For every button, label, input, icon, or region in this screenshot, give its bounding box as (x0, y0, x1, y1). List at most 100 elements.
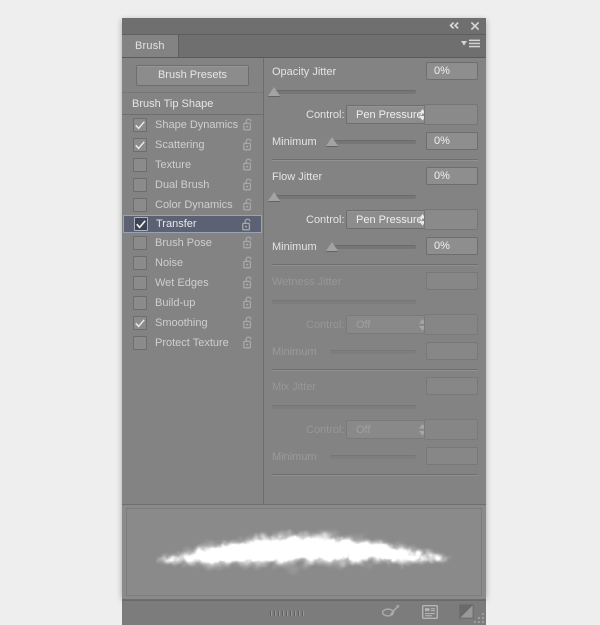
flow-minimum-row: Minimum 0% (272, 234, 478, 260)
lock-toggle-brush-pose[interactable] (243, 236, 254, 254)
sidebar-item-scattering[interactable]: Scattering (122, 135, 263, 155)
sidebar-item-transfer[interactable]: Transfer (123, 215, 262, 233)
sidebar-item-label: Smoothing (155, 317, 208, 329)
flow-jitter-thumb[interactable] (268, 192, 280, 201)
checkbox-color-dynamics[interactable] (133, 198, 147, 212)
close-panel-button[interactable] (469, 20, 480, 31)
mix-minimum-value (426, 447, 478, 465)
sidebar-item-label: Protect Texture (155, 337, 229, 349)
flow-jitter-slider[interactable] (272, 191, 478, 205)
collapse-panel-button[interactable] (449, 20, 460, 31)
brush-options-sidebar: Brush Presets Brush Tip Shape Shape Dyna… (122, 58, 264, 504)
divider-1 (272, 159, 478, 161)
opacity-jitter-value[interactable]: 0% (426, 62, 478, 80)
lock-toggle-shape-dynamics[interactable] (243, 118, 254, 136)
checkbox-shape-dynamics[interactable] (133, 118, 147, 132)
opacity-jitter-slider[interactable] (272, 86, 478, 100)
wetness-minimum-value (426, 342, 478, 360)
sidebar-item-label: Dual Brush (155, 179, 209, 191)
checkbox-protect-texture[interactable] (133, 336, 147, 350)
sidebar-item-smoothing[interactable]: Smoothing (122, 313, 263, 333)
sidebar-item-label: Wet Edges (155, 277, 209, 289)
lock-toggle-color-dynamics[interactable] (243, 198, 254, 216)
checkbox-noise[interactable] (133, 256, 147, 270)
flow-jitter-label: Flow Jitter (272, 171, 322, 183)
sidebar-item-brush-tip-shape[interactable]: Brush Tip Shape (122, 92, 263, 115)
flow-control-select[interactable]: Pen Pressure (346, 210, 434, 229)
sidebar-item-build-up[interactable]: Build-up (122, 293, 263, 313)
wetness-jitter-slider (272, 296, 478, 310)
checkbox-scattering[interactable] (133, 138, 147, 152)
wetness-jitter-track (272, 300, 416, 304)
mix-control-row: Control: Off (272, 415, 478, 444)
checkmark-icon (135, 141, 145, 150)
lock-toggle-smoothing[interactable] (243, 316, 254, 334)
divider-4 (272, 474, 478, 476)
checkbox-wet-edges[interactable] (133, 276, 147, 290)
sidebar-item-label: Transfer (156, 218, 197, 230)
opacity-minimum-row: Minimum 0% (272, 129, 478, 155)
lock-toggle-dual-brush[interactable] (243, 178, 254, 196)
brush-pressure-toggle-icon[interactable] (381, 604, 401, 619)
checkbox-brush-pose[interactable] (133, 236, 147, 250)
flow-control-value: Pen Pressure (356, 214, 423, 226)
mix-control-select: Off (346, 420, 434, 439)
wetness-minimum-row: Minimum (272, 339, 478, 365)
opacity-jitter-thumb[interactable] (268, 87, 280, 96)
lock-toggle-scattering[interactable] (243, 138, 254, 156)
opacity-minimum-value[interactable]: 0% (426, 132, 478, 150)
open-padlock-icon (243, 316, 254, 329)
lock-toggle-noise[interactable] (243, 256, 254, 274)
open-padlock-icon (242, 218, 253, 231)
lock-toggle-wet-edges[interactable] (243, 276, 254, 294)
checkmark-icon (136, 220, 146, 229)
sidebar-item-texture[interactable]: Texture (122, 155, 263, 175)
wetness-control-label: Control: (306, 319, 345, 331)
open-padlock-icon (243, 236, 254, 249)
close-x-icon (470, 21, 480, 31)
flow-jitter-value[interactable]: 0% (426, 167, 478, 185)
sidebar-item-protect-texture[interactable]: Protect Texture (122, 333, 263, 353)
sidebar-item-dual-brush[interactable]: Dual Brush (122, 175, 263, 195)
lock-toggle-build-up[interactable] (243, 296, 254, 314)
flow-minimum-track[interactable] (330, 245, 416, 249)
checkbox-dual-brush[interactable] (133, 178, 147, 192)
sidebar-item-brush-pose[interactable]: Brush Pose (122, 233, 263, 253)
sidebar-item-label: Noise (155, 257, 183, 269)
divider-3 (272, 369, 478, 371)
lock-toggle-texture[interactable] (243, 158, 254, 176)
checkbox-smoothing[interactable] (133, 316, 147, 330)
lock-toggle-protect-texture[interactable] (243, 336, 254, 354)
mix-jitter-label: Mix Jitter (272, 381, 316, 393)
opacity-control-select[interactable]: Pen Pressure (346, 105, 434, 124)
flow-minimum-thumb[interactable] (326, 242, 338, 251)
double-chevron-left-icon (449, 21, 460, 30)
sidebar-item-wet-edges[interactable]: Wet Edges (122, 273, 263, 293)
opacity-minimum-thumb[interactable] (326, 137, 338, 146)
brush-presets-panel-icon[interactable] (422, 605, 438, 619)
drag-grip[interactable] (270, 611, 304, 616)
opacity-jitter-track[interactable] (272, 90, 416, 94)
mix-minimum-label: Minimum (272, 451, 317, 463)
sidebar-item-label: Shape Dynamics (155, 119, 238, 131)
checkbox-texture[interactable] (133, 158, 147, 172)
sidebar-item-label: Build-up (155, 297, 195, 309)
open-padlock-icon (243, 256, 254, 269)
checkbox-build-up[interactable] (133, 296, 147, 310)
checkbox-transfer[interactable] (134, 217, 148, 231)
flow-jitter-track[interactable] (272, 195, 416, 199)
tab-brush[interactable]: Brush (122, 35, 179, 57)
sidebar-item-color-dynamics[interactable]: Color Dynamics (122, 195, 263, 215)
brush-option-list: Shape Dynamics ScatteringTexture Dual Brus… (122, 115, 263, 353)
panel-menu-button[interactable] (461, 39, 480, 48)
checkmark-icon (135, 121, 145, 130)
sidebar-item-shape-dynamics[interactable]: Shape Dynamics (122, 115, 263, 135)
open-padlock-icon (243, 118, 254, 131)
mix-control-sidebox (424, 419, 478, 440)
opacity-minimum-track[interactable] (330, 140, 416, 144)
opacity-control-value: Pen Pressure (356, 109, 423, 121)
opacity-jitter-header: Opacity Jitter 0% (272, 58, 478, 86)
sidebar-item-noise[interactable]: Noise (122, 253, 263, 273)
brush-presets-button[interactable]: Brush Presets (136, 65, 249, 86)
flow-minimum-value[interactable]: 0% (426, 237, 478, 255)
